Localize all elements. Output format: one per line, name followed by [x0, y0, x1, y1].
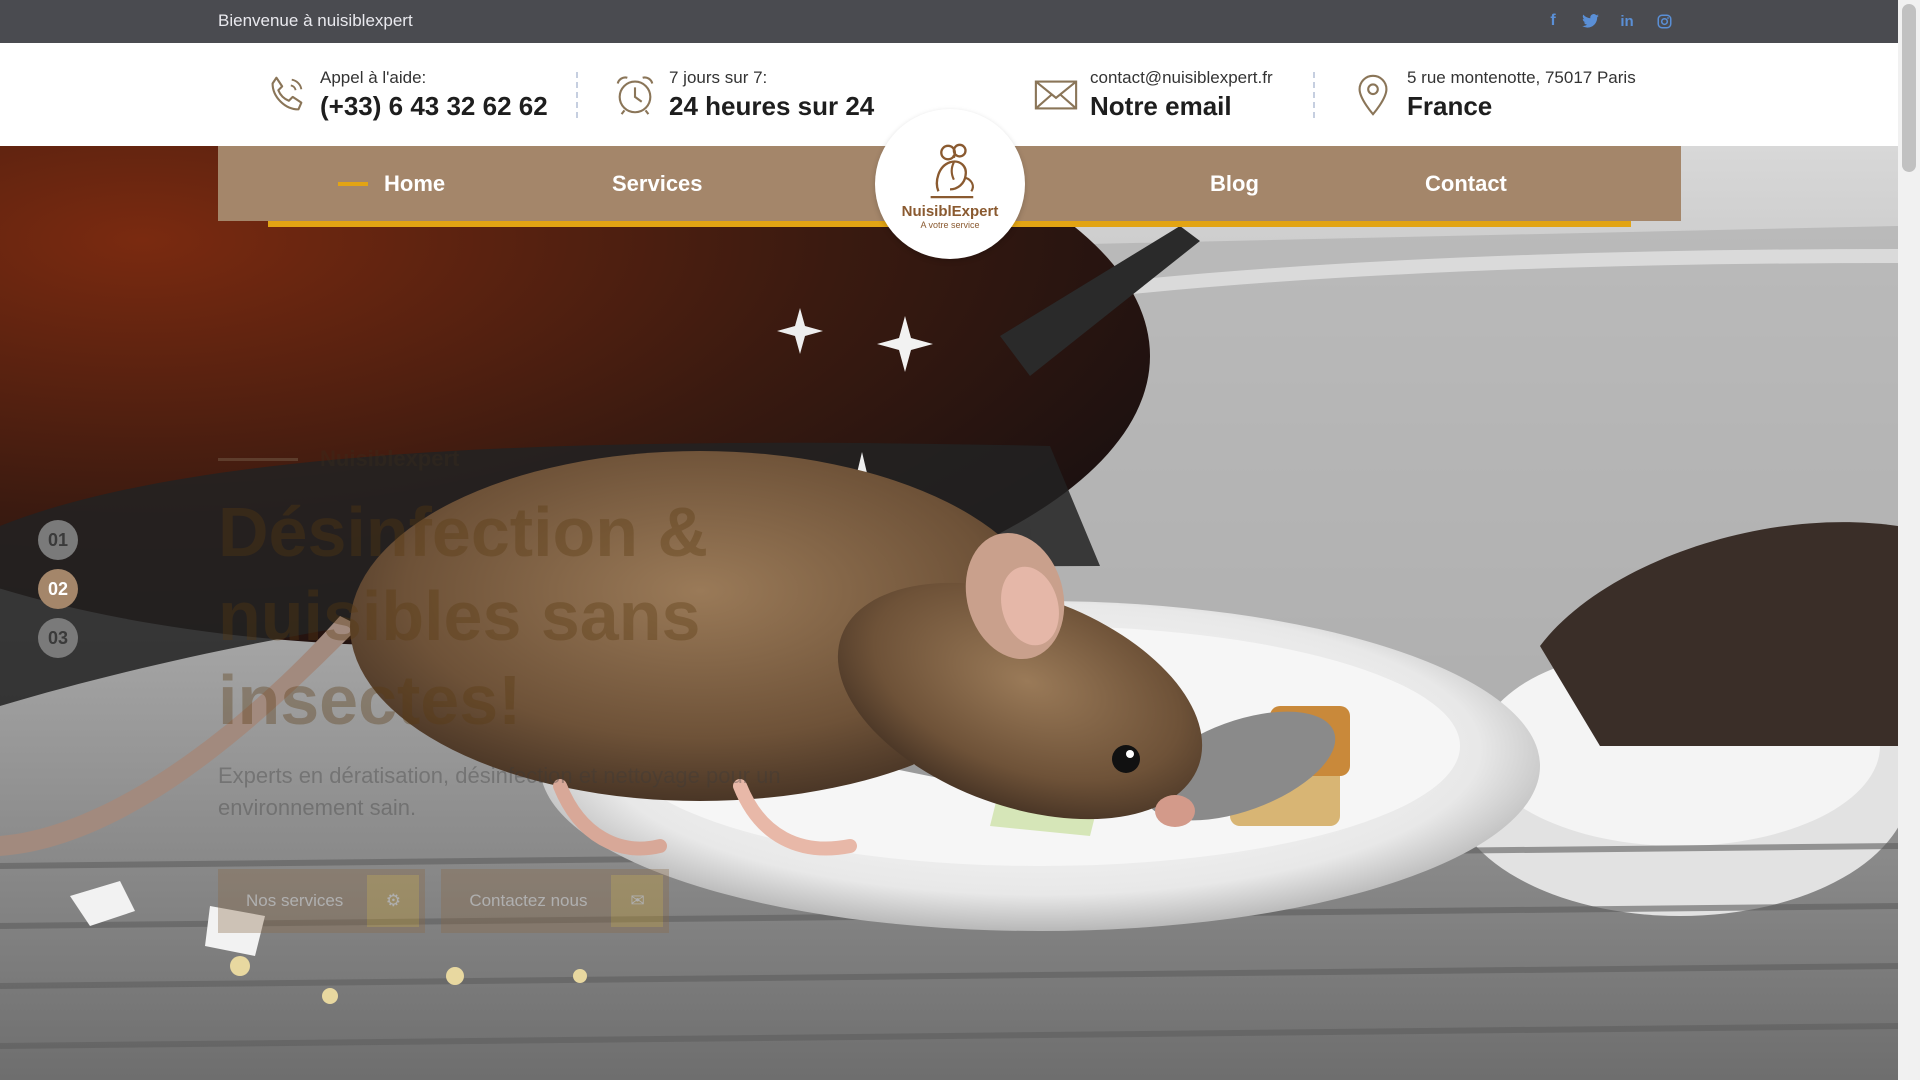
address-street: 5 rue montenotte, 75017 Paris: [1407, 67, 1636, 87]
nav-home[interactable]: Home: [338, 146, 445, 221]
top-bar: Bienvenue à nuisiblexpert f in: [0, 0, 1898, 43]
scrollbar-thumb[interactable]: [1902, 4, 1916, 172]
nav-contact[interactable]: Contact: [1425, 146, 1507, 221]
envelope-icon: ✉: [611, 875, 664, 927]
alarm-clock-icon: [611, 71, 659, 119]
phone-info[interactable]: Appel à l'aide: (+33) 6 43 32 62 62: [262, 43, 548, 146]
contact-button-label: Contactez nous: [469, 891, 588, 910]
facebook-icon[interactable]: f: [1544, 11, 1562, 31]
hours-label: 7 jours sur 7:: [669, 67, 768, 87]
divider: [1313, 72, 1315, 118]
divider: [576, 72, 578, 118]
address-info: 5 rue montenotte, 75017 Paris France: [1349, 43, 1636, 146]
social-links: f in: [1544, 11, 1673, 31]
hero-title: Désinfection & nuisibles sans insectes!: [218, 493, 709, 739]
nav-contact-label: Contact: [1425, 170, 1507, 196]
nav-services-label: Services: [612, 170, 703, 196]
envelope-icon: [1032, 71, 1080, 119]
logo-tagline: A votre service: [920, 219, 980, 230]
services-button-label: Nos services: [246, 891, 344, 910]
welcome-text: Bienvenue à nuisiblexpert: [218, 11, 413, 30]
address-country: France: [1407, 90, 1493, 121]
instagram-icon[interactable]: [1655, 11, 1673, 31]
logo-brand: NuisiblExpert: [901, 202, 999, 220]
nav-blog[interactable]: Blog: [1210, 146, 1259, 221]
nav-home-label: Home: [384, 170, 446, 196]
hours-info: 7 jours sur 7: 24 heures sur 24: [611, 43, 874, 146]
active-indicator: [338, 181, 368, 186]
hero-eyebrow-text: Nuisiblexpert: [320, 446, 460, 471]
nav-services[interactable]: Services: [612, 146, 703, 221]
twitter-icon[interactable]: [1581, 11, 1599, 31]
slide-dot-2[interactable]: 02: [38, 569, 78, 609]
site-logo[interactable]: NuisiblExpert A votre service: [875, 109, 1025, 259]
slide-dot-1[interactable]: 01: [38, 520, 78, 560]
phone-label: Appel à l'aide:: [320, 67, 427, 87]
phone-icon: [262, 71, 310, 119]
map-pin-icon: [1349, 71, 1397, 119]
contact-button[interactable]: Contactez nous ✉: [441, 869, 670, 933]
hero-buttons: Nos services ⚙ Contactez nous ✉: [218, 869, 838, 933]
email-address[interactable]: contact@nuisiblexpert.fr: [1090, 67, 1273, 89]
nav-blog-label: Blog: [1210, 170, 1259, 196]
phone-number[interactable]: (+33) 6 43 32 62 62: [320, 89, 548, 123]
slide-dot-3[interactable]: 03: [38, 618, 78, 658]
email-info[interactable]: contact@nuisiblexpert.fr Notre email: [1032, 43, 1273, 146]
hero-slider: Nuisiblexpert Désinfection & nuisibles s…: [0, 146, 1898, 1080]
hours-value: 24 heures sur 24: [669, 90, 875, 121]
slide-pagination: 01 02 03: [38, 520, 78, 658]
hero-subtitle: Experts en dératisation, désinfection et…: [218, 763, 781, 820]
gear-icon: ⚙: [367, 875, 420, 927]
page-scrollbar[interactable]: [1898, 0, 1920, 1080]
hero-caption: Nuisiblexpert Désinfection & nuisibles s…: [218, 446, 838, 933]
rat-logo-icon: [930, 143, 974, 198]
hero-eyebrow: Nuisiblexpert: [218, 446, 838, 472]
eyebrow-line: [218, 457, 298, 461]
services-button[interactable]: Nos services ⚙: [218, 869, 426, 933]
email-title: Notre email: [1090, 90, 1232, 121]
linkedin-icon[interactable]: in: [1618, 11, 1636, 31]
